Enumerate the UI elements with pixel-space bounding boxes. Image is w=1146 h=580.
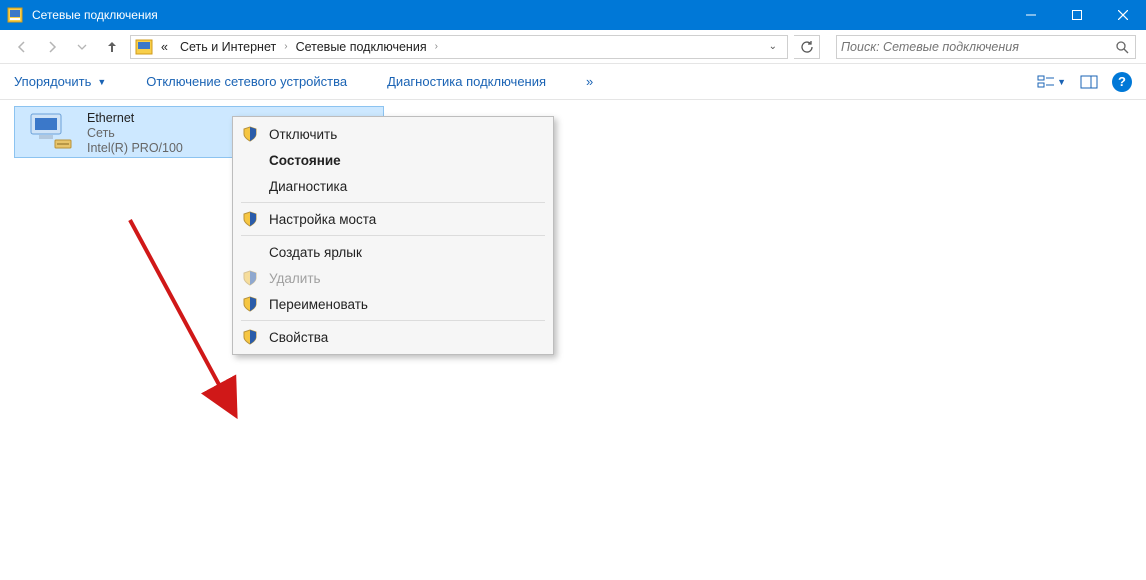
- app-icon: [0, 7, 30, 23]
- ctx-status[interactable]: Состояние: [233, 147, 553, 173]
- forward-button[interactable]: [40, 35, 64, 59]
- disable-device-command[interactable]: Отключение сетевого устройства: [146, 74, 347, 89]
- ctx-rename[interactable]: Переименовать: [233, 291, 553, 317]
- chevron-right-icon[interactable]: ›: [284, 41, 287, 52]
- ctx-shortcut-label: Создать ярлык: [269, 245, 362, 260]
- back-button[interactable]: [10, 35, 34, 59]
- breadcrumb[interactable]: « Сеть и Интернет › Сетевые подключения …: [130, 35, 788, 59]
- minimize-button[interactable]: [1008, 0, 1054, 30]
- ctx-properties-label: Свойства: [269, 330, 328, 345]
- more-label: »: [586, 74, 593, 89]
- shield-icon: [241, 126, 259, 142]
- organize-label: Упорядочить: [14, 74, 91, 89]
- separator: [241, 320, 545, 321]
- ctx-diagnose-label: Диагностика: [269, 179, 347, 194]
- ctx-status-label: Состояние: [269, 153, 341, 168]
- breadcrumb-history-dropdown[interactable]: ⌄: [763, 41, 783, 52]
- ctx-disable[interactable]: Отключить: [233, 121, 553, 147]
- address-bar: « Сеть и Интернет › Сетевые подключения …: [0, 30, 1146, 64]
- command-bar: Упорядочить ▼ Отключение сетевого устрой…: [0, 64, 1146, 100]
- refresh-button[interactable]: [794, 35, 820, 59]
- maximize-button[interactable]: [1054, 0, 1100, 30]
- chevron-right-icon[interactable]: ›: [435, 41, 438, 52]
- adapter-name: Ethernet: [87, 111, 183, 126]
- organize-menu[interactable]: Упорядочить ▼: [14, 74, 106, 89]
- ctx-bridge-label: Настройка моста: [269, 212, 376, 227]
- chevron-down-icon: ▼: [97, 77, 106, 87]
- search-input[interactable]: [841, 40, 1113, 54]
- network-adapter-icon: [23, 111, 77, 153]
- help-button[interactable]: ?: [1112, 72, 1132, 92]
- adapter-status: Сеть: [87, 126, 183, 141]
- ctx-diagnose[interactable]: Диагностика: [233, 173, 553, 199]
- folder-icon: [135, 39, 153, 55]
- disable-device-label: Отключение сетевого устройства: [146, 74, 347, 89]
- ctx-shortcut[interactable]: Создать ярлык: [233, 239, 553, 265]
- chevron-down-icon: ▼: [1057, 77, 1066, 87]
- close-button[interactable]: [1100, 0, 1146, 30]
- recent-locations-button[interactable]: [70, 35, 94, 59]
- diagnose-command[interactable]: Диагностика подключения: [387, 74, 546, 89]
- ctx-properties[interactable]: Свойства: [233, 324, 553, 350]
- ctx-delete: Удалить: [233, 265, 553, 291]
- shield-icon: [241, 329, 259, 345]
- view-options-button[interactable]: ▼: [1037, 75, 1066, 89]
- preview-pane-button[interactable]: [1080, 75, 1098, 89]
- ctx-bridge[interactable]: Настройка моста: [233, 206, 553, 232]
- shield-icon: [241, 211, 259, 227]
- ctx-delete-label: Удалить: [269, 271, 321, 286]
- window-title: Сетевые подключения: [30, 8, 1008, 22]
- search-icon[interactable]: [1113, 40, 1131, 54]
- ctx-rename-label: Переименовать: [269, 297, 368, 312]
- breadcrumb-seg1[interactable]: Сеть и Интернет: [176, 40, 280, 54]
- breadcrumb-prefix: «: [157, 40, 172, 54]
- context-menu: Отключить Состояние Диагностика Настройк…: [232, 116, 554, 355]
- shield-icon: [241, 296, 259, 312]
- separator: [241, 202, 545, 203]
- separator: [241, 235, 545, 236]
- up-button[interactable]: [100, 35, 124, 59]
- ctx-disable-label: Отключить: [269, 127, 337, 142]
- titlebar: Сетевые подключения: [0, 0, 1146, 30]
- content-area: Ethernet Сеть Intel(R) PRO/100: [0, 100, 1146, 580]
- more-commands[interactable]: »: [586, 74, 593, 89]
- shield-icon: [241, 270, 259, 286]
- adapter-device: Intel(R) PRO/100: [87, 141, 183, 156]
- search-box[interactable]: [836, 35, 1136, 59]
- diagnose-label: Диагностика подключения: [387, 74, 546, 89]
- breadcrumb-seg2[interactable]: Сетевые подключения: [292, 40, 431, 54]
